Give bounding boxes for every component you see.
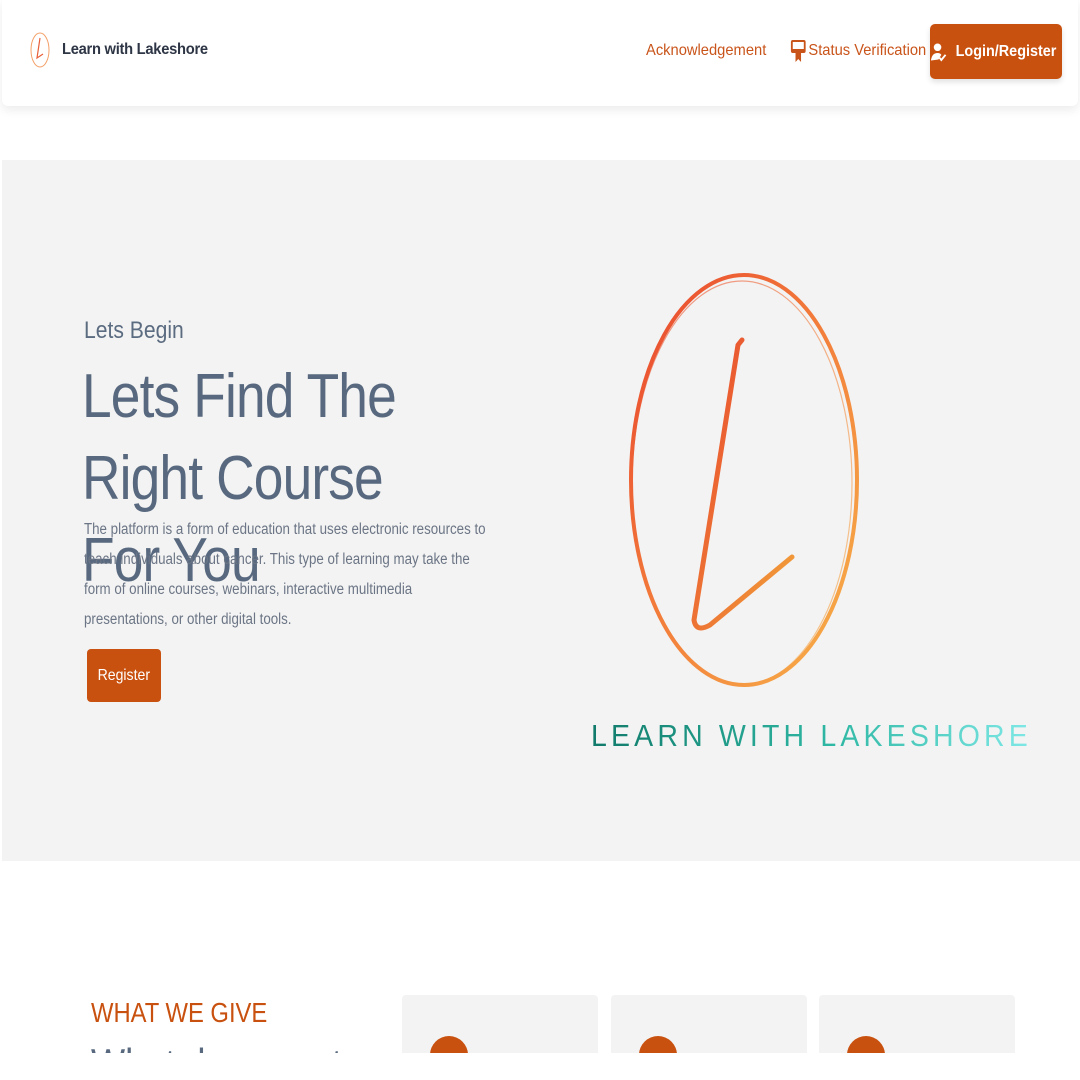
feature-icon (639, 1036, 677, 1053)
feature-card (611, 995, 807, 1053)
login-register-label: Login/Register (955, 42, 1057, 60)
feature-icon (847, 1036, 885, 1053)
register-button[interactable]: Register (87, 649, 161, 702)
nav-status-label: Status Verification (808, 42, 927, 59)
brand[interactable]: Learn with Lakeshore (28, 30, 221, 70)
section-title: What do we get (91, 1040, 342, 1053)
nav-acknowledgement[interactable]: Acknowledgement (646, 42, 766, 60)
hero-logo-text: LEARN WITH LAKESHORE (591, 718, 1032, 753)
brand-name: Learn with Lakeshore (62, 41, 208, 58)
hero-description: The platform is a form of education that… (84, 521, 486, 628)
nav-status-verification[interactable]: Status Verification (790, 38, 926, 64)
section-label: WHAT WE GIVE (91, 997, 268, 1028)
login-register-button[interactable]: Login/Register (930, 24, 1062, 79)
user-check-icon (930, 43, 947, 62)
site-header: Learn with Lakeshore Acknowledgement Sta… (2, 0, 1078, 106)
viewport-cutoff (0, 1053, 1080, 1080)
lakeshore-logo-icon (30, 32, 50, 68)
register-button-label: Register (97, 666, 151, 684)
feature-card (819, 995, 1015, 1053)
hero-eyebrow: Lets Begin (84, 317, 184, 344)
feature-icon (430, 1036, 468, 1053)
certificate-icon (790, 40, 806, 62)
feature-card (402, 995, 598, 1053)
lakeshore-hero-logo (629, 273, 859, 687)
hero-section: Lets Begin Lets Find The Right Course Fo… (2, 160, 1080, 861)
